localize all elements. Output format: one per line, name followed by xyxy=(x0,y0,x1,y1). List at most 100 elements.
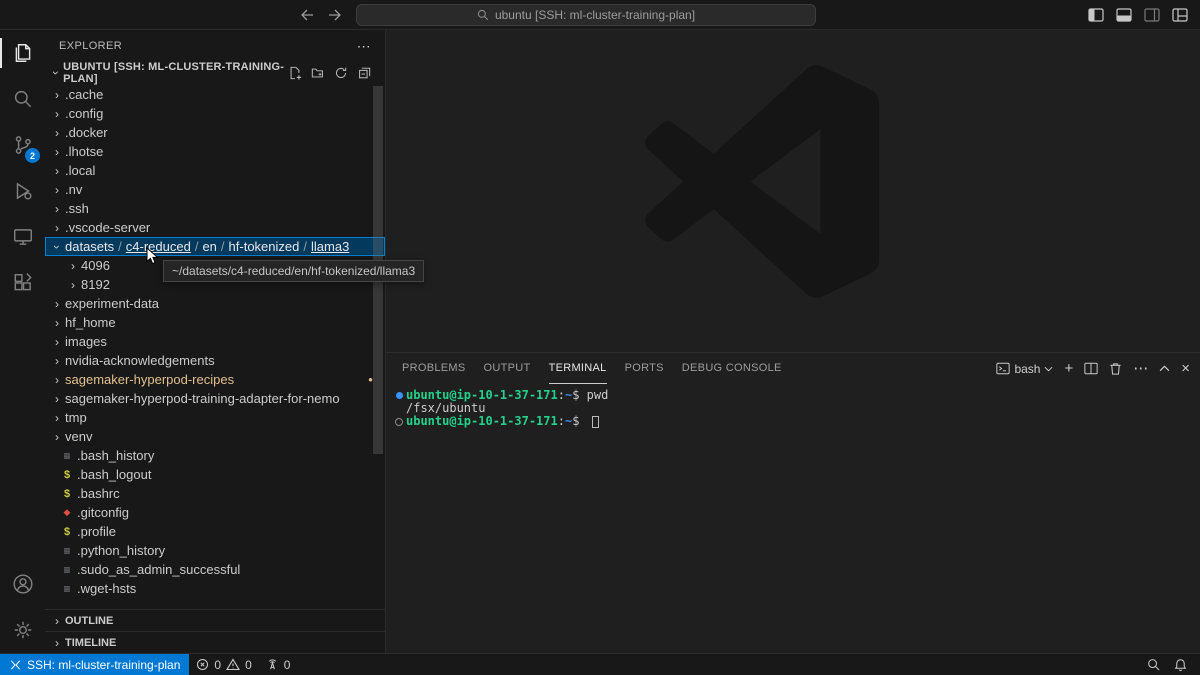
chevron-right-icon: › xyxy=(55,315,59,330)
folder-segment[interactable]: en xyxy=(202,239,216,254)
toggle-sidebar-icon[interactable] xyxy=(1088,7,1104,22)
customize-layout-icon[interactable] xyxy=(1172,7,1188,22)
tree-item-label: venv xyxy=(65,429,93,444)
tree-item[interactable]: › .ssh xyxy=(45,199,385,218)
tree-item[interactable]: ≡ .sudo_as_admin_successful xyxy=(45,560,385,579)
tree-item-label: .gitconfig xyxy=(77,505,130,520)
title-bar: ubuntu [SSH: ml-cluster-training-plan] xyxy=(0,0,1200,30)
remote-indicator[interactable]: SSH: ml-cluster-training-plan xyxy=(0,654,190,675)
new-terminal-icon[interactable]: + xyxy=(1064,361,1073,376)
tree-item[interactable]: › hf_home xyxy=(45,313,385,332)
remote-explorer-icon[interactable] xyxy=(0,214,45,260)
new-file-icon[interactable] xyxy=(288,66,302,80)
tree-item[interactable]: › .vscode-server xyxy=(45,218,385,237)
split-terminal-icon[interactable] xyxy=(1084,362,1098,375)
kill-terminal-trash-icon[interactable] xyxy=(1109,362,1122,376)
tree-item-label: experiment-data xyxy=(65,296,159,311)
tree-item-label: .profile xyxy=(77,524,117,539)
shell-file-icon: $ xyxy=(63,468,71,481)
text-file-icon: ≡ xyxy=(63,448,71,463)
panel-tab-ports[interactable]: PORTS xyxy=(625,353,664,384)
terminal-content[interactable]: ubuntu@ip-10-1-37-171: ~ $ pwd/fsx/ubuntu u… xyxy=(386,384,1200,653)
prompt-dollar: $ xyxy=(572,414,580,428)
close-panel-icon[interactable]: × xyxy=(1181,361,1190,376)
tree-item[interactable]: ◆ .gitconfig xyxy=(45,503,385,522)
problems-indicator[interactable]: 0 0 xyxy=(189,654,258,675)
tree-item[interactable]: › .cache xyxy=(45,85,385,104)
source-control-icon[interactable]: 2 xyxy=(0,122,45,168)
tree-item[interactable]: $ .bash_logout xyxy=(45,465,385,484)
git-file-icon: ◆ xyxy=(63,507,71,517)
command-center[interactable]: ubuntu [SSH: ml-cluster-training-plan] xyxy=(356,3,816,26)
extensions-icon[interactable] xyxy=(0,260,45,306)
notifications-bell-icon[interactable] xyxy=(1167,654,1194,675)
workspace-section-header[interactable]: › UBUNTU [SSH: ML-CLUSTER-TRAINING-PLAN] xyxy=(45,61,385,85)
timeline-section[interactable]: › TIMELINE xyxy=(45,631,385,653)
explorer-icon[interactable] xyxy=(0,30,45,76)
command-decoration-hollow[interactable] xyxy=(392,418,406,426)
tree-item[interactable]: › nvidia-acknowledgements xyxy=(45,351,385,370)
editor-area xyxy=(386,30,1200,352)
warnings-count: 0 xyxy=(245,657,252,672)
maximize-panel-chevron-up-icon[interactable] xyxy=(1159,365,1170,372)
tree-item-label: .local xyxy=(65,163,96,178)
forward-arrow-icon[interactable] xyxy=(328,9,342,21)
tree-item-label: .docker xyxy=(65,125,108,140)
ports-count: 0 xyxy=(283,657,291,672)
chevron-right-icon: › xyxy=(55,87,59,102)
tree-item[interactable]: › images xyxy=(45,332,385,351)
terminal-command: pwd xyxy=(579,388,609,402)
tree-item[interactable]: $ .profile xyxy=(45,522,385,541)
panel-tab-problems[interactable]: PROBLEMS xyxy=(402,353,466,384)
tree-item[interactable]: › datasets / c4-reduced / en / hf-tokenized / lla… xyxy=(45,237,385,256)
tree-item[interactable]: › tmp xyxy=(45,408,385,427)
explorer-more-actions-icon[interactable]: ⋯ xyxy=(357,38,371,55)
tree-item[interactable]: $ .bashrc xyxy=(45,484,385,503)
tree-item[interactable]: ≡ .wget-hsts xyxy=(45,579,385,598)
toggle-secondary-sidebar-icon[interactable] xyxy=(1144,7,1160,22)
warnings-icon xyxy=(226,658,241,671)
tree-item[interactable]: › .local xyxy=(45,161,385,180)
outline-section[interactable]: › OUTLINE xyxy=(45,609,385,631)
toggle-panel-icon[interactable] xyxy=(1116,7,1132,22)
ports-indicator[interactable]: 0 xyxy=(259,654,298,675)
shell-chevron-down-icon xyxy=(1044,366,1053,372)
tree-item[interactable]: › .docker xyxy=(45,123,385,142)
chevron-right-icon: › xyxy=(55,635,59,650)
shell-label: bash xyxy=(1014,361,1041,376)
prompt-path: ~ xyxy=(564,414,573,428)
shell-selector[interactable]: bash xyxy=(996,362,1053,376)
folder-segment[interactable]: hf-tokenized xyxy=(229,239,300,254)
tree-item[interactable]: › .nv xyxy=(45,180,385,199)
tree-item-label: 8192 xyxy=(81,277,110,292)
tree-item[interactable]: ≡ .python_history xyxy=(45,541,385,560)
run-debug-icon[interactable] xyxy=(0,168,45,214)
file-tree: › .cache › .config › .docker › .lhotse › .local ›.… xyxy=(45,84,385,609)
terminal-icon xyxy=(996,362,1011,375)
panel-tab-debug-console[interactable]: DEBUG CONSOLE xyxy=(682,353,782,384)
refresh-icon[interactable] xyxy=(334,66,348,80)
tree-item[interactable]: › .lhotse xyxy=(45,142,385,161)
search-activity-icon[interactable] xyxy=(0,76,45,122)
tree-item[interactable]: › venv xyxy=(45,427,385,446)
collapse-all-icon[interactable] xyxy=(357,66,371,80)
panel-tab-output[interactable]: OUTPUT xyxy=(484,353,531,384)
panel-tab-terminal[interactable]: TERMINAL xyxy=(548,353,607,384)
tree-item[interactable]: › .config xyxy=(45,104,385,123)
back-arrow-icon[interactable] xyxy=(300,9,314,21)
settings-gear-icon[interactable] xyxy=(0,607,45,653)
accounts-icon[interactable] xyxy=(0,561,45,607)
folder-segment[interactable]: llama3 xyxy=(311,239,349,254)
tree-item-label: .cache xyxy=(65,87,104,102)
tree-item[interactable]: › sagemaker-hyperpod-training-adapter-for… xyxy=(45,389,385,408)
tree-item[interactable]: › sagemaker-hyperpod-recipes ● xyxy=(45,370,385,389)
panel-more-actions-icon[interactable]: ⋯ xyxy=(1133,361,1148,376)
command-decoration-filled[interactable] xyxy=(392,392,406,399)
tree-item[interactable]: ≡ .bash_history xyxy=(45,446,385,465)
tree-item[interactable]: › experiment-data xyxy=(45,294,385,313)
path-separator: / xyxy=(220,239,225,254)
new-folder-icon[interactable] xyxy=(311,66,325,80)
search-icon xyxy=(477,9,489,21)
folder-segment[interactable]: datasets xyxy=(65,239,114,254)
zoom-indicator[interactable] xyxy=(1140,654,1167,675)
